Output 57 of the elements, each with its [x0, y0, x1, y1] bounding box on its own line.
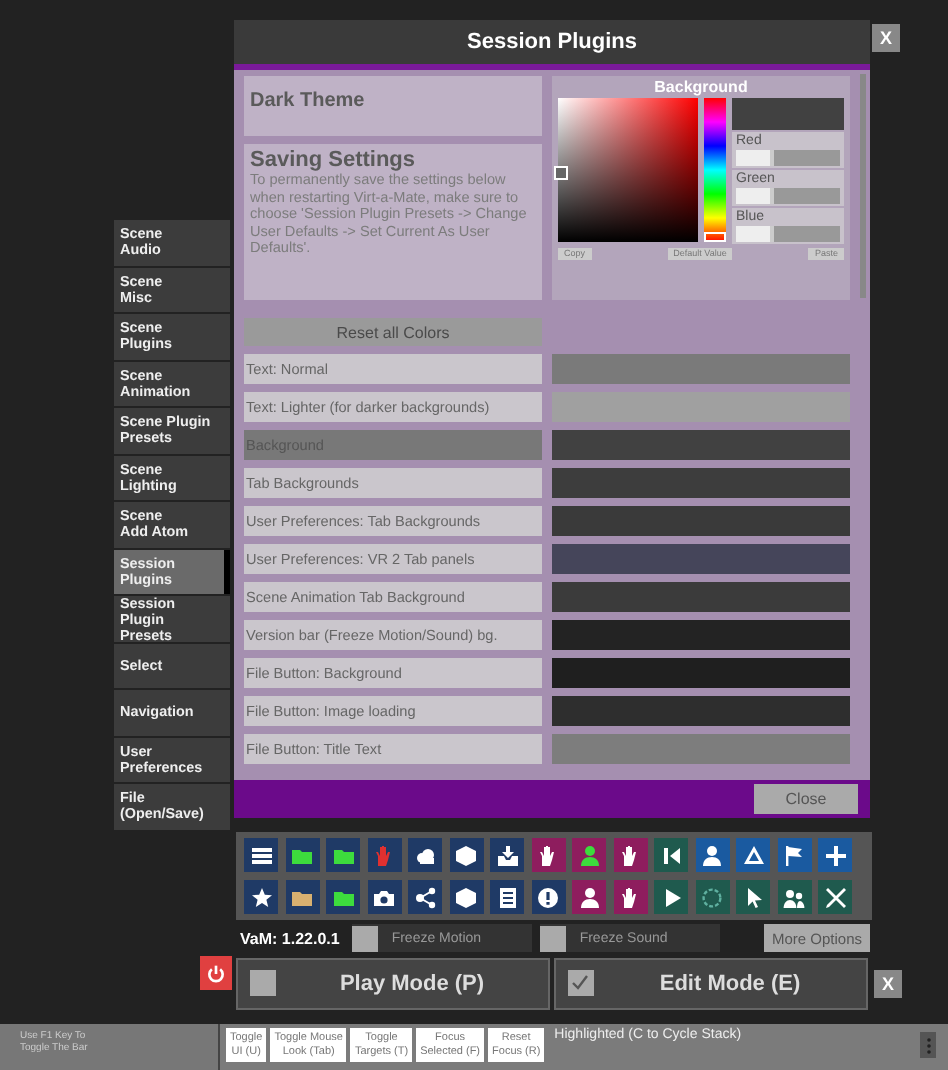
cloud-icon[interactable] [408, 838, 442, 872]
color-swatch[interactable] [552, 544, 850, 574]
play-icon[interactable] [654, 880, 688, 914]
tray-icon[interactable] [490, 838, 524, 872]
color-swatch[interactable] [552, 658, 850, 688]
camera-icon[interactable] [367, 880, 401, 914]
cursor-icon[interactable] [736, 880, 770, 914]
color-swatch[interactable] [552, 506, 850, 536]
color-swatch[interactable] [552, 620, 850, 650]
reset-button[interactable]: Reset all Colors [244, 318, 542, 346]
window-title: Session Plugins [465, 28, 639, 58]
close-button[interactable]: X [874, 969, 902, 997]
person-icon[interactable] [572, 880, 606, 914]
people-icon[interactable] [777, 880, 811, 914]
color-swatch[interactable] [552, 582, 850, 612]
picker-title: Background [654, 78, 748, 98]
section-heading: Saving Settings [250, 148, 418, 172]
color-swatch[interactable] [552, 430, 850, 460]
person-icon[interactable] [572, 838, 606, 872]
mode-button[interactable]: Edit Mode (E) [554, 957, 868, 1009]
plus-icon[interactable] [818, 838, 852, 872]
color-swatch[interactable] [552, 468, 850, 498]
color-swatch[interactable] [552, 696, 850, 726]
flag-icon[interactable] [777, 838, 811, 872]
folder-icon[interactable] [285, 838, 319, 872]
hand-icon[interactable] [613, 880, 647, 914]
hue-bar[interactable] [704, 98, 726, 242]
color-swatch[interactable] [552, 354, 850, 384]
folder-icon[interactable] [285, 880, 319, 914]
folder-icon[interactable] [326, 880, 360, 914]
share-icon[interactable] [408, 880, 442, 914]
theme-title: Dark Theme [250, 90, 365, 112]
version-label: VaM: 1.22.0.1 [240, 929, 340, 947]
cube-icon[interactable] [449, 838, 483, 872]
close-button[interactable]: X [872, 24, 900, 52]
hand-icon[interactable] [531, 838, 565, 872]
folder-icon[interactable] [326, 838, 360, 872]
power-icon[interactable] [200, 956, 232, 990]
slider[interactable] [736, 150, 840, 166]
close-button[interactable]: Close [754, 784, 858, 814]
saturation-square[interactable] [558, 98, 698, 242]
alert-icon[interactable] [531, 880, 565, 914]
mode-button[interactable]: Play Mode (P) [236, 957, 550, 1009]
cube-icon[interactable] [449, 880, 483, 914]
checkbox[interactable] [250, 970, 276, 996]
slider[interactable] [736, 188, 840, 204]
checkbox[interactable] [568, 970, 594, 996]
person-icon[interactable] [695, 838, 729, 872]
checkbox[interactable] [539, 925, 566, 951]
skip-icon[interactable] [654, 838, 688, 872]
document-icon[interactable] [490, 880, 524, 914]
lines-icon[interactable] [244, 838, 278, 872]
color-preview [732, 98, 844, 130]
slider[interactable] [736, 226, 840, 242]
hand-icon[interactable] [613, 838, 647, 872]
color-swatch[interactable] [552, 734, 850, 764]
checkbox[interactable] [351, 925, 378, 951]
